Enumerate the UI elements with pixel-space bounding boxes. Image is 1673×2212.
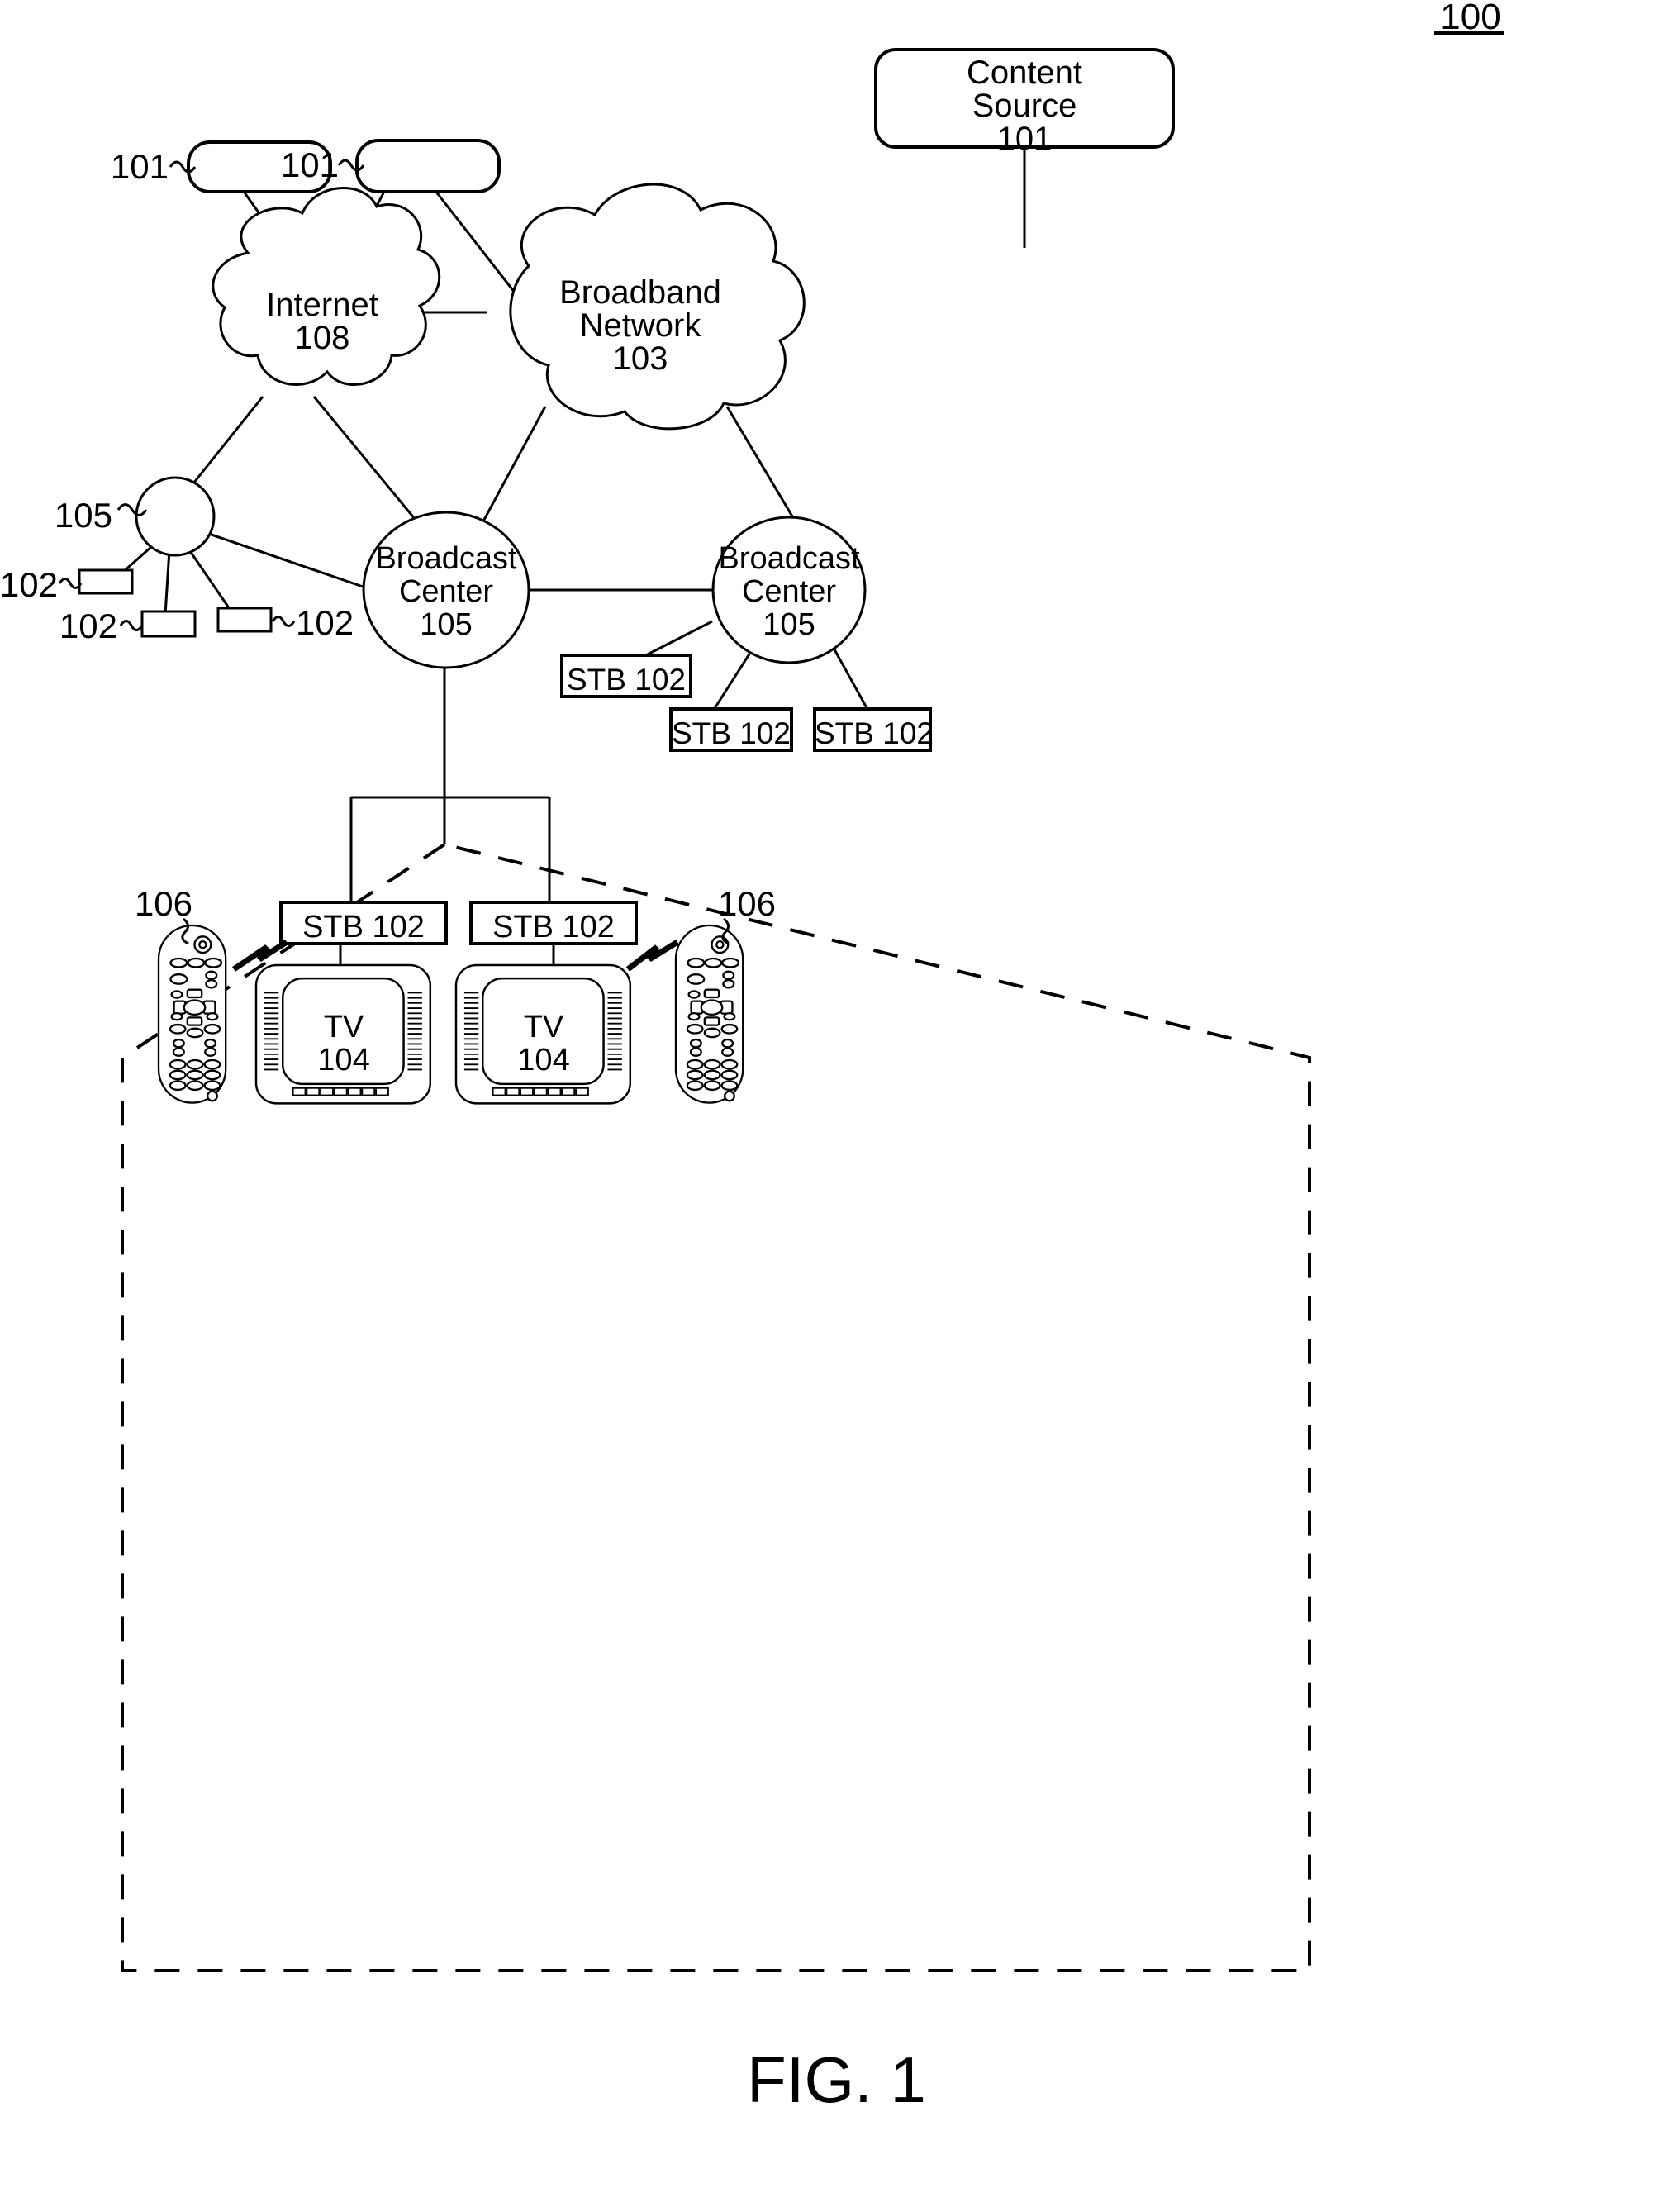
stb-label-network-2: STB 102 [672, 716, 791, 750]
ref-101-right: 101 [280, 145, 339, 184]
stb-label-premises-left: STB 102 [302, 910, 425, 944]
link-internet-to-node105 [182, 396, 264, 497]
figure-canvas: 100 Content Source 101 101 101 Internet … [0, 0, 1673, 2212]
link-broadband-to-broadcast-center [478, 406, 547, 530]
ref-102-a: 102 [0, 565, 58, 604]
leader-102-a [58, 578, 83, 589]
content-source-box-right-101 [355, 139, 501, 193]
remote-control-left [157, 924, 227, 1104]
ref-106-left: 106 [134, 884, 193, 923]
device-box-102-b [140, 610, 197, 638]
system-number: 100 [1440, 0, 1501, 37]
remote-control-right [674, 924, 744, 1104]
tv-label-left-ref: 104 [317, 1043, 370, 1077]
leader-102-c [271, 616, 296, 627]
stb-label-network-1: STB 102 [567, 663, 686, 697]
figure-caption: FIG. 1 [747, 2043, 926, 2116]
device-box-102-a [78, 568, 134, 595]
ref-105-node: 105 [54, 496, 112, 535]
ref-106-right: 106 [717, 884, 777, 923]
tv-label-right-ref: 104 [517, 1043, 570, 1077]
node-105-circle [135, 476, 216, 557]
broadcast-center-ref: 105 [420, 607, 473, 642]
internet-ref: 108 [294, 320, 350, 356]
link-node105-to-stb-c [187, 548, 233, 612]
stb-label-network-3: STB 102 [815, 716, 934, 750]
device-box-102-c [216, 607, 273, 633]
link-internet-to-broadcast-center [312, 396, 425, 530]
leader-102-b [119, 620, 144, 631]
ref-101-left: 101 [110, 147, 169, 186]
link-broadband-to-broadcast-center-right [725, 406, 801, 530]
link-node105-to-broadcast-center [206, 531, 368, 590]
broadband-network-ref: 103 [612, 340, 668, 377]
ref-102-c: 102 [296, 603, 354, 642]
ref-102-b: 102 [59, 607, 117, 645]
broadcast-center-right-ref: 105 [763, 607, 815, 642]
link-node105-to-stb-b [164, 549, 171, 616]
content-source-label-ref: 101 [996, 121, 1053, 157]
stb-label-premises-right: STB 102 [492, 910, 615, 944]
